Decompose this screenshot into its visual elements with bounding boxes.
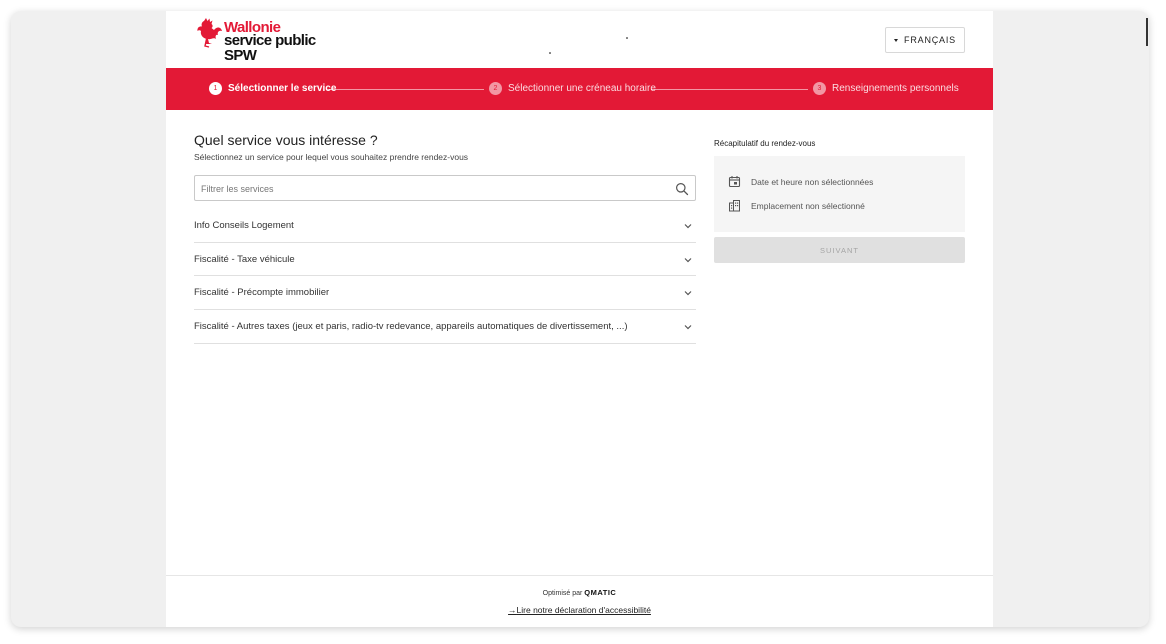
language-button[interactable]: FRANÇAIS: [885, 27, 965, 53]
building-icon: [729, 200, 740, 212]
next-button[interactable]: SUIVANT: [714, 237, 965, 263]
accessibility-link-text: Lire notre déclaration d'accessibilité: [516, 605, 651, 615]
date-status: Date et heure non sélectionnées: [751, 176, 874, 187]
rooster-logo-icon: [197, 18, 222, 48]
footer: Optimisé par QMATIC →Lire notre déclarat…: [166, 575, 993, 627]
step-3[interactable]: 3 Renseignements personnels: [813, 82, 959, 95]
booking-page: Wallonie service public SPW FRANÇAIS 1 S…: [166, 11, 993, 627]
step-label: Renseignements personnels: [832, 83, 959, 94]
service-label: Fiscalité - Autres taxes (jeux et paris,…: [194, 320, 628, 332]
spw-logo[interactable]: Wallonie service public SPW: [195, 18, 335, 64]
decorative-dot: [626, 37, 628, 39]
chevron-down-icon: [684, 325, 692, 330]
calendar-icon: [728, 176, 741, 188]
service-label: Fiscalité - Taxe véhicule: [194, 253, 295, 265]
logo-text-spw: SPW: [224, 47, 257, 64]
powered-by-text: Optimisé par: [542, 590, 583, 597]
service-filter: [194, 175, 696, 201]
decorative-dot: [549, 52, 551, 54]
service-item[interactable]: Info Conseils Logement: [194, 209, 696, 243]
chevron-down-icon: [684, 224, 692, 229]
accessibility-row: →Lire notre déclaration d'accessibilité: [166, 605, 993, 615]
powered-by: Optimisé par QMATIC: [166, 588, 993, 597]
language-label: FRANÇAIS: [904, 35, 956, 45]
progress-stepper: 1 Sélectionner le service 2 Sélectionner…: [166, 68, 993, 110]
search-icon[interactable]: [674, 181, 690, 197]
summary-date-row: Date et heure non sélectionnées: [728, 175, 873, 188]
window-edge-marker: [1146, 18, 1148, 46]
summary-title: Récapitulatif du rendez-vous: [714, 139, 816, 148]
service-item[interactable]: Fiscalité - Précompte immobilier: [194, 276, 696, 311]
step-number: 2: [489, 82, 502, 95]
step-label: Sélectionner une créneau horaire: [508, 83, 656, 94]
header: Wallonie service public SPW FRANÇAIS: [166, 11, 993, 68]
accessibility-link[interactable]: →Lire notre déclaration d'accessibilité: [508, 605, 651, 615]
step-number: 3: [813, 82, 826, 95]
step-connector: [327, 89, 484, 90]
summary-card: Date et heure non sélectionnées Emplacem…: [714, 156, 965, 232]
caret-down-icon: [894, 38, 899, 42]
chevron-down-icon: [684, 257, 692, 263]
service-list: Info Conseils Logement Fiscalité - Taxe …: [194, 209, 696, 344]
step-1[interactable]: 1 Sélectionner le service: [209, 82, 336, 95]
service-item[interactable]: Fiscalité - Autres taxes (jeux et paris,…: [194, 310, 696, 344]
chevron-down-icon: [684, 291, 692, 296]
step-number: 1: [209, 82, 222, 95]
step-connector: [651, 89, 808, 90]
location-status: Emplacement non sélectionné: [751, 200, 865, 211]
summary-location-row: Emplacement non sélectionné: [728, 199, 865, 212]
arrow-right-icon: →: [508, 605, 517, 615]
page-title: Quel service vous intéresse ?: [194, 132, 378, 148]
logo-text-service-public: service public: [224, 32, 316, 49]
service-label: Fiscalité - Précompte immobilier: [194, 287, 330, 299]
service-label: Info Conseils Logement: [194, 219, 294, 231]
qmatic-logo[interactable]: QMATIC: [584, 588, 616, 597]
service-item[interactable]: Fiscalité - Taxe véhicule: [194, 243, 696, 277]
step-label: Sélectionner le service: [228, 83, 337, 94]
step-2[interactable]: 2 Sélectionner une créneau horaire: [489, 82, 656, 95]
page-subtitle: Sélectionnez un service pour lequel vous…: [194, 152, 469, 162]
browser-window: Wallonie service public SPW FRANÇAIS 1 S…: [11, 11, 1149, 627]
service-filter-input[interactable]: [201, 180, 661, 197]
